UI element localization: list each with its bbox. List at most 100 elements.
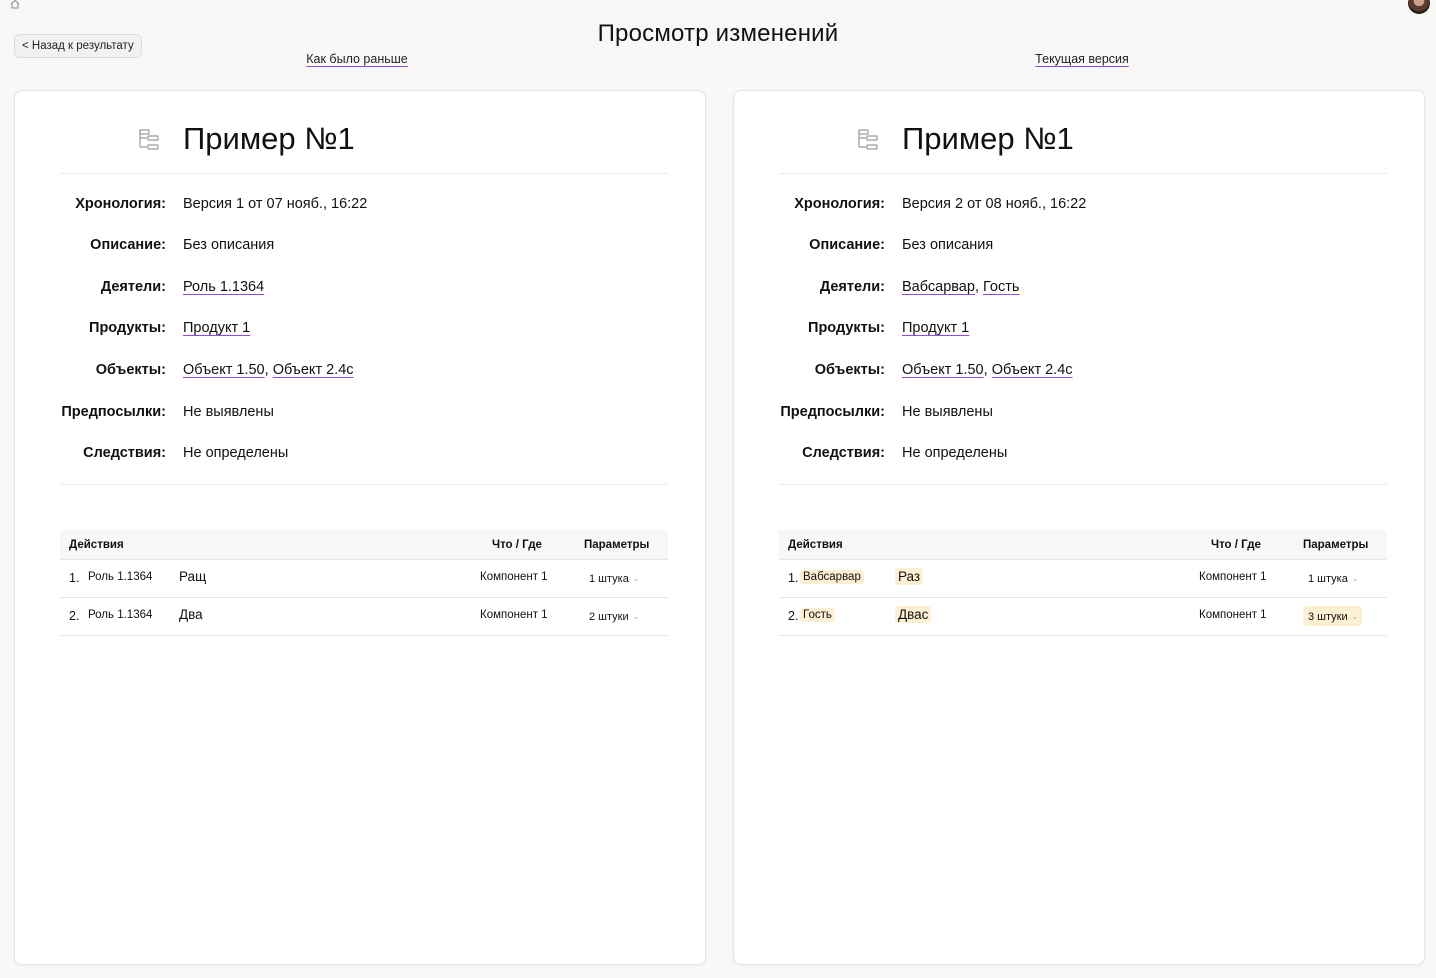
param-select[interactable]: 2 штуки ⌄	[584, 606, 643, 626]
chronology-row: Хронология: Версия 2 от 08 нояб., 16:22	[734, 196, 1426, 216]
chevron-down-icon: ⌄	[1351, 574, 1359, 583]
product-link[interactable]: Продукт 1	[902, 320, 969, 336]
panel-title: Пример №1	[902, 121, 1074, 156]
table-row[interactable]: 1. Вабсарвар Раз Компонент 1 1 штука ⌄	[779, 560, 1387, 598]
actions-column-header: Действия	[69, 539, 124, 551]
where-column-header: Что / Где	[1211, 539, 1261, 551]
actors-value: Вабсарвар, Гость	[902, 279, 1020, 295]
previous-version-link[interactable]: Как было раньше	[306, 52, 407, 66]
products-value: Продукт 1	[902, 320, 969, 336]
prerequisites-value: Не выявлены	[183, 404, 274, 420]
row-actor: Роль 1.1364	[88, 571, 153, 583]
chronology-label: Хронология:	[794, 196, 885, 212]
description-row: Описание: Без описания	[15, 237, 707, 257]
divider	[60, 484, 668, 485]
chronology-value: Версия 2 от 08 нояб., 16:22	[902, 196, 1087, 212]
row-number: 2.	[788, 609, 799, 623]
row-where: Компонент 1	[480, 609, 548, 621]
where-column-header: Что / Где	[492, 539, 542, 551]
actions-table: Действия Что / Где Параметры 1. Роль 1.1…	[60, 530, 668, 636]
chronology-label: Хронология:	[75, 196, 166, 212]
consequences-label: Следствия:	[802, 445, 885, 461]
description-value: Без описания	[902, 237, 994, 253]
home-icon[interactable]	[9, 0, 21, 9]
chronology-row: Хронология: Версия 1 от 07 нояб., 16:22	[15, 196, 707, 216]
consequences-row: Следствия: Не определены	[15, 445, 707, 465]
param-value: 1 штука	[1308, 573, 1348, 585]
chevron-down-icon: ⌄	[1351, 612, 1359, 621]
param-select[interactable]: 1 штука ⌄	[1303, 568, 1363, 588]
consequences-value: Не определены	[183, 445, 289, 461]
row-number: 2.	[69, 609, 80, 623]
object-link[interactable]: Объект 1.50	[902, 362, 984, 378]
row-action-changed: Двас	[895, 606, 932, 623]
prerequisites-row: Предпосылки: Не выявлены	[15, 404, 707, 424]
param-value: 2 штуки	[589, 611, 629, 623]
current-version-link[interactable]: Текущая версия	[1035, 52, 1129, 66]
table-row[interactable]: 1. Роль 1.1364 Ращ Компонент 1 1 штука ⌄	[60, 560, 668, 598]
object-link[interactable]: Объект 1.50	[183, 362, 265, 378]
product-link[interactable]: Продукт 1	[183, 320, 250, 336]
row-where: Компонент 1	[1199, 609, 1267, 621]
row-action: Два	[179, 607, 203, 622]
row-where: Компонент 1	[1199, 571, 1267, 583]
tree-structure-icon	[856, 128, 880, 152]
params-column-header: Параметры	[584, 539, 650, 551]
consequences-value: Не определены	[902, 445, 1008, 461]
table-header: Действия Что / Где Параметры	[60, 530, 668, 560]
objects-value: Объект 1.50, Объект 2.4с	[183, 362, 354, 378]
param-value: 1 штука	[589, 573, 629, 585]
products-row: Продукты: Продукт 1	[734, 320, 1426, 340]
prerequisites-label: Предпосылки:	[61, 404, 166, 420]
row-where: Компонент 1	[480, 571, 548, 583]
actors-row: Деятели: Вабсарвар, Гость	[734, 279, 1426, 299]
table-header: Действия Что / Где Параметры	[779, 530, 1387, 560]
panel-title: Пример №1	[183, 121, 355, 156]
objects-value: Объект 1.50, Объект 2.4с	[902, 362, 1073, 378]
param-select[interactable]: 1 штука ⌄	[584, 568, 644, 588]
object-link[interactable]: Объект 2.4с	[273, 362, 354, 378]
actor-link[interactable]: Роль 1.1364	[183, 279, 264, 295]
avatar[interactable]	[1408, 0, 1430, 14]
params-column-header: Параметры	[1303, 539, 1369, 551]
tree-structure-icon	[137, 128, 161, 152]
description-row: Описание: Без описания	[734, 237, 1426, 257]
row-number: 1.	[788, 571, 799, 585]
products-row: Продукты: Продукт 1	[15, 320, 707, 340]
actions-column-header: Действия	[788, 539, 843, 551]
divider	[779, 484, 1387, 485]
param-value: 3 штуки	[1308, 611, 1348, 623]
row-actor-changed: Вабсарвар	[800, 570, 864, 584]
page-title: Просмотр изменений	[597, 20, 839, 47]
table-row[interactable]: 2. Роль 1.1364 Два Компонент 1 2 штуки ⌄	[60, 598, 668, 636]
row-action-changed: Раз	[895, 568, 924, 585]
divider	[779, 173, 1387, 174]
current-version-panel: Пример №1 Хронология: Версия 2 от 08 ноя…	[733, 90, 1425, 965]
consequences-label: Следствия:	[83, 445, 166, 461]
chevron-down-icon: ⌄	[632, 612, 640, 621]
objects-label: Объекты:	[95, 362, 166, 378]
actors-row: Деятели: Роль 1.1364	[15, 279, 707, 299]
objects-row: Объекты: Объект 1.50, Объект 2.4с	[734, 362, 1426, 382]
actors-label: Деятели:	[100, 279, 166, 295]
object-link[interactable]: Объект 2.4с	[992, 362, 1073, 378]
row-action: Ращ	[179, 569, 207, 584]
prerequisites-row: Предпосылки: Не выявлены	[734, 404, 1426, 424]
products-label: Продукты:	[808, 320, 885, 336]
description-label: Описание:	[90, 237, 166, 253]
divider	[60, 173, 668, 174]
objects-label: Объекты:	[814, 362, 885, 378]
description-value: Без описания	[183, 237, 275, 253]
table-row[interactable]: 2. Гость Двас Компонент 1 3 штуки ⌄	[779, 598, 1387, 636]
products-label: Продукты:	[89, 320, 166, 336]
row-actor-changed: Гость	[800, 608, 835, 622]
chevron-down-icon: ⌄	[632, 574, 640, 583]
actor-link[interactable]: Вабсарвар	[902, 279, 975, 295]
param-select-changed[interactable]: 3 штуки ⌄	[1303, 606, 1363, 626]
actions-table: Действия Что / Где Параметры 1. Вабсарва…	[779, 530, 1387, 636]
chronology-value: Версия 1 от 07 нояб., 16:22	[183, 196, 368, 212]
description-label: Описание:	[809, 237, 885, 253]
actor-link[interactable]: Гость	[983, 279, 1019, 295]
products-value: Продукт 1	[183, 320, 250, 336]
prerequisites-value: Не выявлены	[902, 404, 993, 420]
